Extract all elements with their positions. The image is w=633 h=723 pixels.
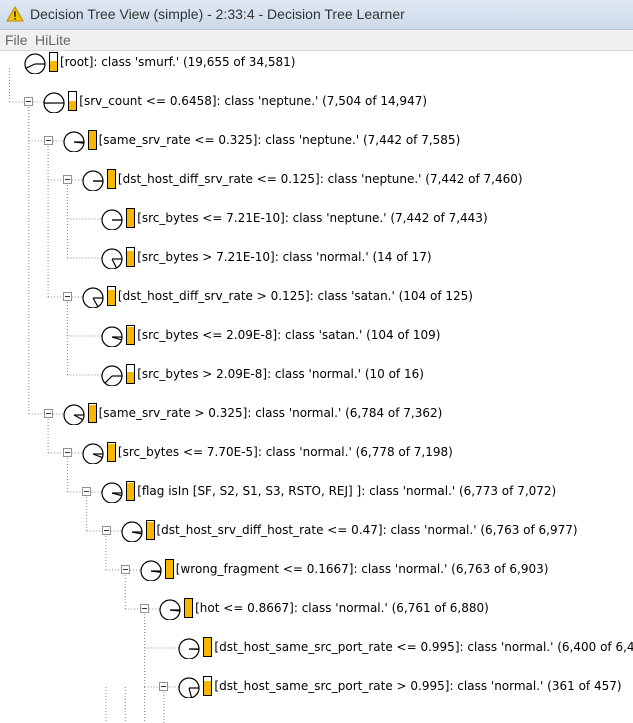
tree-node[interactable]: [dst_host_same_src_port_rate > 0.995]: c… <box>0 676 633 701</box>
menu-hilite[interactable]: HiLite <box>35 32 71 48</box>
tree-node[interactable]: [dst_host_diff_srv_rate <= 0.125]: class… <box>0 169 633 194</box>
decision-tree: [root]: class 'smurf.' (19,655 of 34,581… <box>0 51 633 723</box>
tree-node-label: [same_srv_rate > 0.325]: class 'normal.'… <box>98 406 443 420</box>
pie-chart-icon <box>177 676 201 701</box>
class-distribution-bar <box>203 676 213 696</box>
pie-chart-icon <box>100 325 124 350</box>
class-distribution-bar <box>126 364 136 384</box>
collapse-toggle-icon[interactable] <box>43 409 53 418</box>
tree-node[interactable]: [same_srv_rate > 0.325]: class 'normal.'… <box>0 403 633 428</box>
tree-node[interactable]: [root]: class 'smurf.' (19,655 of 34,581… <box>0 52 633 77</box>
tree-node-label: [dst_host_same_src_port_rate <= 0.995]: … <box>214 640 633 654</box>
pie-chart-icon <box>81 169 105 194</box>
tree-node[interactable]: [src_bytes > 2.09E-8]: class 'normal.' (… <box>0 364 633 389</box>
tree-node-label: [dst_host_same_src_port_rate > 0.995]: c… <box>214 679 622 693</box>
tree-node-label: [flag isIn [SF, S2, S1, S3, RSTO, REJ] ]… <box>137 484 557 498</box>
pie-chart-icon <box>177 637 201 662</box>
class-distribution-bar <box>203 637 213 657</box>
menu-file[interactable]: File <box>5 32 28 48</box>
collapse-toggle-icon[interactable] <box>62 448 72 457</box>
class-distribution-bar <box>106 442 116 462</box>
collapse-toggle-icon[interactable] <box>24 97 34 106</box>
tree-node-label: [root]: class 'smurf.' (19,655 of 34,581… <box>60 55 296 69</box>
tree-node[interactable]: [hot <= 0.8667]: class 'normal.' (6,761 … <box>0 598 633 623</box>
collapse-toggle-icon[interactable] <box>82 487 92 496</box>
collapse-toggle-icon[interactable] <box>62 175 72 184</box>
pie-chart-icon <box>62 403 86 428</box>
class-distribution-bar <box>145 520 155 540</box>
class-distribution-bar <box>126 247 136 267</box>
collapse-toggle-icon[interactable] <box>120 565 130 574</box>
tree-node[interactable]: [wrong_fragment <= 0.1667]: class 'norma… <box>0 559 633 584</box>
pie-chart-icon <box>158 598 182 623</box>
class-distribution-bar <box>87 130 97 150</box>
tree-node[interactable]: [srv_count <= 0.6458]: class 'neptune.' … <box>0 91 633 116</box>
tree-node[interactable]: [src_bytes > 7.21E-10]: class 'normal.' … <box>0 247 633 272</box>
tree-node-label: [srv_count <= 0.6458]: class 'neptune.' … <box>79 94 428 108</box>
pie-chart-icon <box>62 130 86 155</box>
tree-node-label: [hot <= 0.8667]: class 'normal.' (6,761 … <box>195 601 489 615</box>
window-titlebar: Decision Tree View (simple) - 2:33:4 - D… <box>0 0 633 30</box>
collapse-toggle-icon[interactable] <box>62 292 72 301</box>
pie-chart-icon <box>100 481 124 506</box>
tree-node-label: [dst_host_diff_srv_rate > 0.125]: class … <box>117 289 473 303</box>
tree-node[interactable]: [dst_host_diff_srv_rate > 0.125]: class … <box>0 286 633 311</box>
pie-chart-icon <box>100 364 124 389</box>
tree-node-label: [dst_host_srv_diff_host_rate <= 0.47]: c… <box>156 523 578 537</box>
tree-node-label: [src_bytes > 2.09E-8]: class 'normal.' (… <box>137 367 424 381</box>
tree-node[interactable]: [dst_host_same_src_port_rate <= 0.995]: … <box>0 637 633 662</box>
collapse-toggle-icon[interactable] <box>140 604 150 613</box>
class-distribution-bar <box>106 286 116 306</box>
tree-node-label: [src_bytes > 7.21E-10]: class 'normal.' … <box>137 250 432 264</box>
tree-node[interactable]: [same_srv_rate <= 0.325]: class 'neptune… <box>0 130 633 155</box>
collapse-toggle-icon[interactable] <box>101 526 111 535</box>
pie-chart-icon <box>81 442 105 467</box>
pie-chart-icon <box>100 208 124 233</box>
collapse-toggle-icon[interactable] <box>43 136 53 145</box>
tree-node[interactable]: [dst_host_srv_diff_host_rate <= 0.47]: c… <box>0 520 633 545</box>
pie-chart-icon <box>23 52 47 77</box>
class-distribution-bar <box>126 481 136 501</box>
class-distribution-bar <box>68 91 78 111</box>
class-distribution-bar <box>126 325 136 345</box>
warning-triangle-icon <box>6 6 24 22</box>
tree-node-label: [src_bytes <= 7.70E-5]: class 'normal.' … <box>117 445 453 459</box>
class-distribution-bar <box>184 598 194 618</box>
class-distribution-bar <box>49 52 58 72</box>
pie-chart-icon <box>81 286 105 311</box>
pie-chart-icon <box>42 91 66 116</box>
tree-node[interactable]: [src_bytes <= 2.09E-8]: class 'satan.' (… <box>0 325 633 350</box>
class-distribution-bar <box>106 169 116 189</box>
pie-chart-icon <box>120 520 144 545</box>
pie-chart-icon <box>139 559 163 584</box>
class-distribution-bar <box>126 208 136 228</box>
tree-node-label: [wrong_fragment <= 0.1667]: class 'norma… <box>175 562 549 576</box>
tree-node[interactable]: [flag isIn [SF, S2, S1, S3, RSTO, REJ] ]… <box>0 481 633 506</box>
tree-node[interactable]: [src_bytes <= 7.21E-10]: class 'neptune.… <box>0 208 633 233</box>
class-distribution-bar <box>87 403 97 423</box>
tree-node-label: [src_bytes <= 2.09E-8]: class 'satan.' (… <box>137 328 441 342</box>
tree-node-label: [src_bytes <= 7.21E-10]: class 'neptune.… <box>137 211 488 225</box>
tree-node-label: [same_srv_rate <= 0.325]: class 'neptune… <box>98 133 461 147</box>
collapse-toggle-icon[interactable] <box>159 682 169 691</box>
tree-node-label: [dst_host_diff_srv_rate <= 0.125]: class… <box>117 172 523 186</box>
window-title: Decision Tree View (simple) - 2:33:4 - D… <box>30 6 405 22</box>
menu-bar: File HiLite <box>0 30 633 51</box>
tree-node[interactable]: [src_bytes <= 7.70E-5]: class 'normal.' … <box>0 442 633 467</box>
class-distribution-bar <box>164 559 174 579</box>
pie-chart-icon <box>100 247 124 272</box>
